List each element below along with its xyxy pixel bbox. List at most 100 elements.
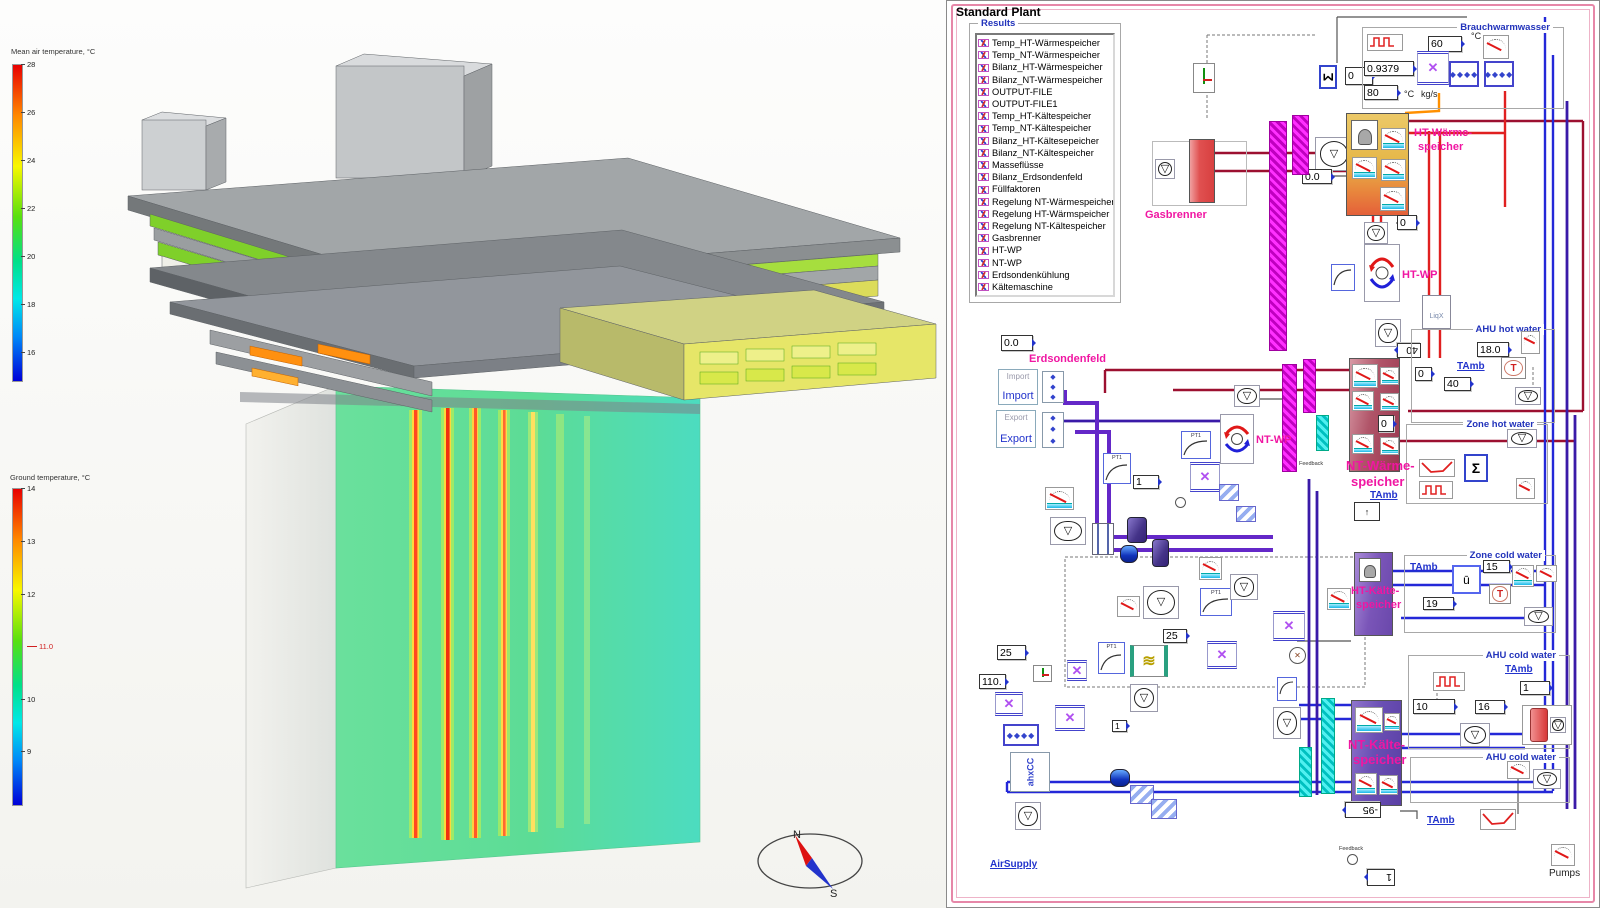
coil-pump[interactable]	[1550, 717, 1566, 733]
gauge[interactable]	[1327, 588, 1351, 610]
pt1-curve-block[interactable]: PT1	[1181, 431, 1211, 459]
tank-temp-gauge[interactable]	[1352, 157, 1377, 179]
import-link[interactable]: Import	[1002, 390, 1033, 402]
ahu-hot-pump[interactable]	[1515, 387, 1541, 405]
result-item[interactable]: OUTPUT-FILE1	[978, 98, 1112, 110]
multiplier-block[interactable]	[995, 692, 1023, 716]
multiplier-block[interactable]	[1067, 660, 1087, 681]
airsupply-link[interactable]: AirSupply	[990, 859, 1037, 870]
minmax-block[interactable]	[1319, 65, 1337, 89]
tank-temp-gauge[interactable]	[1352, 434, 1374, 454]
zone-hot-gauge[interactable]	[1516, 478, 1535, 499]
warm-header-bar[interactable]	[1282, 364, 1297, 472]
multiplier-block[interactable]	[1055, 705, 1085, 731]
hot-header-bar[interactable]	[1269, 121, 1287, 351]
result-item[interactable]: Temp_NT-Wärmespeicher	[978, 49, 1112, 61]
pt1-curve-block[interactable]	[1277, 677, 1297, 701]
zone-hot-pump[interactable]	[1507, 429, 1537, 448]
tank-temp-gauge[interactable]	[1380, 437, 1399, 455]
gauge[interactable]	[1045, 487, 1074, 510]
result-item[interactable]: Bilanz_HT-Wärmespeicher	[978, 61, 1112, 73]
cold-header-bar[interactable]	[1321, 698, 1335, 794]
heat-exchanger-hatch[interactable]	[1151, 799, 1177, 819]
tamb-link[interactable]: TAmb	[1457, 361, 1485, 372]
pulse-signal-block[interactable]	[1433, 672, 1465, 691]
result-item[interactable]: Erdsondenkühlung	[978, 269, 1112, 281]
cold-header-bar[interactable]	[1316, 415, 1329, 451]
cold-header-bar[interactable]	[1299, 747, 1312, 797]
air-heat-exchanger[interactable]	[1130, 645, 1168, 677]
zone-cold-19-box[interactable]: 19	[1423, 597, 1454, 610]
value-box[interactable]: 25	[1163, 629, 1187, 643]
ht-charge-pump[interactable]	[1364, 222, 1388, 244]
multiplier-block[interactable]	[1190, 462, 1220, 492]
gas-boiler[interactable]	[1189, 139, 1215, 203]
export-block[interactable]: Export Export	[996, 410, 1036, 448]
pt1-curve-block[interactable]	[1331, 264, 1355, 291]
averaging-block[interactable]	[1452, 565, 1481, 594]
ahu-hot-val-box[interactable]: 40	[1444, 377, 1471, 391]
tank-temp-gauge[interactable]	[1380, 367, 1399, 385]
cold-loop-pump[interactable]	[1273, 707, 1301, 739]
zone-cold-pump[interactable]	[1524, 607, 1553, 626]
value-box[interactable]: 25	[997, 645, 1026, 660]
tank-temp-gauge[interactable]	[1381, 128, 1406, 150]
boiler-pump[interactable]	[1155, 159, 1175, 179]
load-curve-block[interactable]	[1480, 809, 1516, 830]
dhw-diverter-2[interactable]	[1484, 61, 1514, 87]
tamb-link[interactable]: TAmb	[1427, 815, 1455, 826]
nt-wp-pump[interactable]	[1234, 385, 1260, 407]
pulse-signal-block[interactable]	[1367, 34, 1403, 51]
pump[interactable]	[1130, 684, 1158, 712]
multiplier-block[interactable]	[1417, 51, 1449, 85]
ahu-hot-temp-box[interactable]: 18.0	[1477, 342, 1509, 357]
result-item[interactable]: Temp_HT-Kältespeicher	[978, 110, 1112, 122]
tank-temp-gauge[interactable]	[1384, 713, 1400, 731]
gauge[interactable]	[1507, 761, 1530, 779]
multiplier-block[interactable]	[1207, 641, 1237, 669]
warm-header-bar-2[interactable]	[1303, 359, 1316, 413]
dhw-fraction-box[interactable]: 0.9379	[1364, 61, 1414, 76]
pulse-signal-block[interactable]	[1419, 481, 1453, 499]
value-box-rotated[interactable]: -95	[1345, 802, 1381, 818]
heat-exchanger-hatch[interactable]	[1236, 506, 1256, 522]
pt1-curve-block[interactable]: PT1	[1200, 588, 1232, 616]
supply-fan[interactable]	[1015, 802, 1041, 830]
result-item[interactable]: Temp_NT-Kältespeicher	[978, 122, 1112, 134]
signal-box[interactable]	[1354, 502, 1380, 521]
tank-temp-gauge[interactable]	[1352, 391, 1374, 411]
value-box[interactable]: 110.	[979, 674, 1006, 689]
expansion-vessel[interactable]	[1120, 545, 1138, 563]
result-item[interactable]: Regelung NT-Kältespeicher	[978, 220, 1112, 232]
pumps-gauge[interactable]	[1551, 844, 1575, 866]
value-box[interactable]: 1	[1112, 720, 1127, 732]
ahu-cold-1-box[interactable]: 1	[1520, 681, 1550, 695]
expansion-vessel[interactable]	[1110, 769, 1130, 787]
import-block[interactable]: Import Import	[998, 369, 1038, 405]
borefield-balance-box[interactable]: 0.0	[1001, 335, 1033, 351]
dhw-diverter-1[interactable]	[1449, 61, 1479, 87]
gauge[interactable]	[1117, 596, 1140, 617]
result-item[interactable]: Regelung NT-Wärmespeicher	[978, 196, 1112, 208]
result-item[interactable]: Gasbrenner	[978, 232, 1112, 244]
tank-temp-gauge[interactable]	[1380, 187, 1406, 211]
borefield-ports[interactable]: ◆◆◆	[1042, 412, 1064, 448]
multiplier-block[interactable]	[1273, 611, 1305, 641]
result-item[interactable]: Temp_HT-Wärmespeicher	[978, 37, 1112, 49]
dhw-setpoint-box[interactable]: 60	[1428, 36, 1462, 52]
ht-heat-pump[interactable]	[1364, 244, 1400, 302]
air-manifold[interactable]	[1003, 724, 1039, 746]
ahu-cold-10-box[interactable]: 10	[1413, 699, 1455, 714]
gauge[interactable]	[1512, 565, 1534, 587]
tank-temp-gauge[interactable]	[1352, 364, 1378, 388]
result-item[interactable]: Bilanz_HT-Kältesepeicher	[978, 135, 1112, 147]
feedback-node[interactable]	[1347, 854, 1358, 865]
tamb-link[interactable]: TAmb	[1410, 562, 1438, 573]
export-link[interactable]: Export	[1000, 433, 1032, 445]
sum-block[interactable]	[1464, 454, 1488, 482]
tank-temp-gauge[interactable]	[1380, 393, 1399, 411]
liqx-block[interactable]: LiqX	[1422, 295, 1451, 329]
pt1-curve-block[interactable]: PT1	[1103, 453, 1131, 484]
load-curve-block[interactable]	[1419, 459, 1455, 477]
zone-cold-15-box[interactable]: 15	[1483, 560, 1510, 573]
